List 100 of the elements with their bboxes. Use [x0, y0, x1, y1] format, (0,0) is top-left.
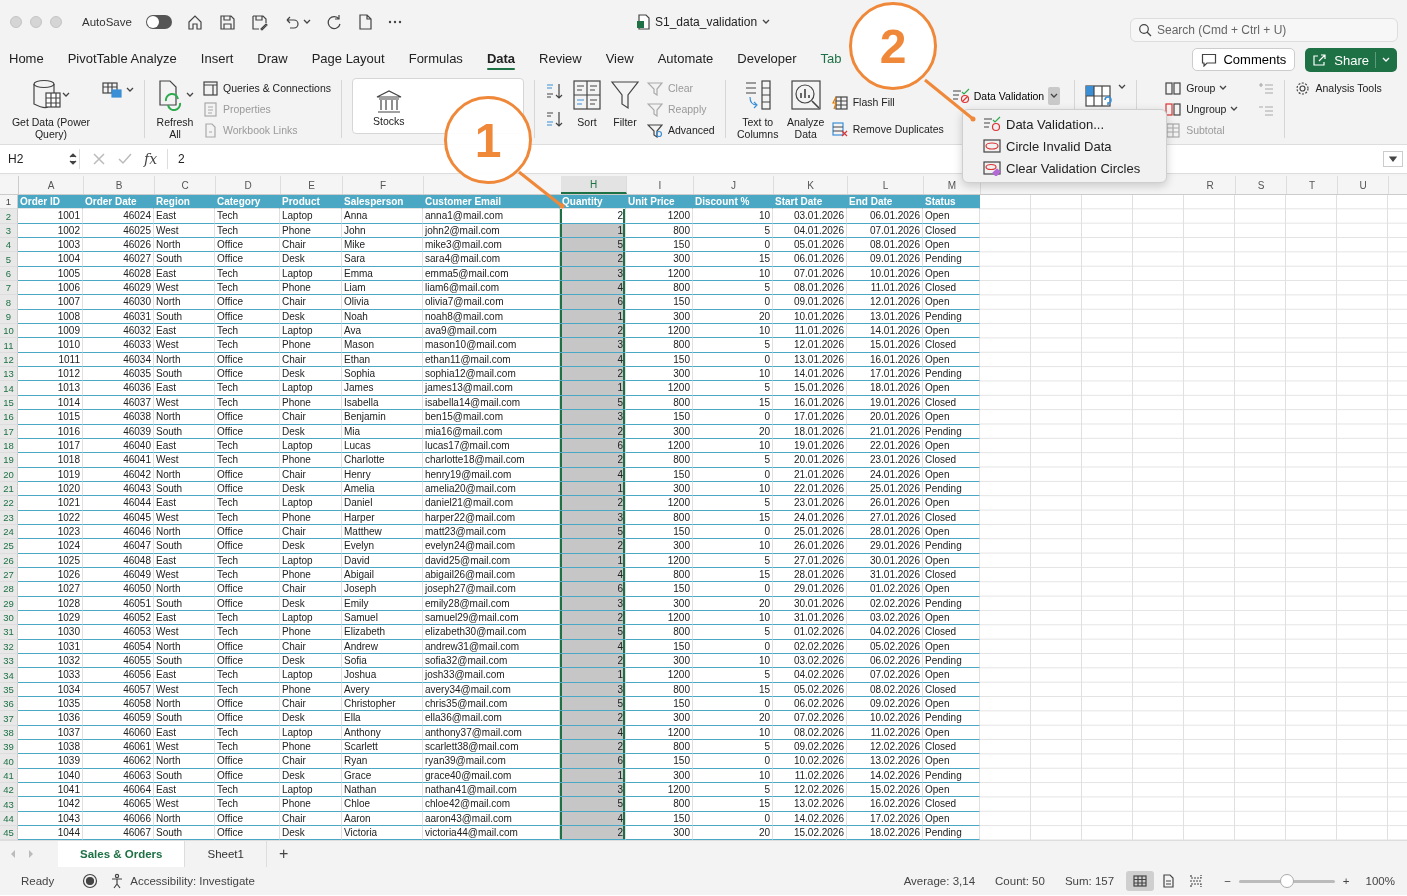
row-number[interactable]: 39 [0, 740, 18, 755]
row-number[interactable]: 34 [0, 668, 18, 683]
formula-input[interactable]: 2 [178, 152, 185, 166]
name-box[interactable]: H2 [0, 149, 80, 169]
column-header[interactable]: E [281, 176, 343, 194]
column-header[interactable]: A [19, 176, 84, 194]
table-cell: 2 [560, 826, 626, 841]
table-cell: 0 [693, 697, 773, 712]
column-header[interactable]: D [216, 176, 281, 194]
row-number[interactable]: 8 [0, 295, 18, 310]
ribbon-tab[interactable]: Developer [737, 44, 797, 72]
table-cell: West [154, 453, 215, 468]
zoom-in-button[interactable]: + [1342, 875, 1350, 888]
search-field[interactable]: Search (Cmd + Ctrl + U) [1130, 18, 1398, 42]
sheet-tab[interactable]: Sales & Orders [58, 841, 186, 868]
count-readout: Count: 50 [995, 875, 1045, 888]
row-number[interactable]: 19 [0, 453, 18, 468]
ribbon-tab[interactable]: Formulas [408, 44, 463, 72]
stocks-button[interactable]: Stocks [373, 89, 405, 127]
column-header[interactable]: L [848, 176, 924, 194]
menu-item[interactable]: Clear Validation Circles [963, 157, 1166, 179]
ribbon-button[interactable]: Ungroup [1165, 99, 1227, 119]
table-cell: emily28@mail.com [423, 596, 560, 611]
table-cell: 23.01.2026 [847, 453, 923, 468]
ribbon-button[interactable]: Flash Fill [831, 92, 944, 112]
table-cell: Phone [280, 338, 342, 353]
row-number[interactable]: 28 [0, 582, 18, 597]
ribbon-tab[interactable]: Page Layout [311, 44, 385, 72]
ribbon-button[interactable]: Sort [571, 78, 603, 128]
table-cell: East [154, 438, 215, 454]
ribbon-button[interactable]: Filter [609, 78, 641, 128]
row-number[interactable]: 13 [0, 367, 18, 382]
row-number[interactable]: 40 [0, 754, 18, 769]
zoom-out-button[interactable]: − [1224, 875, 1231, 888]
row-number[interactable]: 45 [0, 826, 18, 841]
row-number[interactable]: 42 [0, 783, 18, 798]
accessibility-button[interactable]: Accessibility: Investigate [110, 873, 255, 890]
table-cell: 1002 [18, 223, 83, 239]
ribbon-tab[interactable]: Home [9, 44, 44, 72]
ribbon-tab[interactable]: PivotTable Analyze [67, 44, 177, 72]
ribbon-button[interactable]: Queries & Connections [203, 78, 331, 98]
ribbon-button[interactable]: Analysis Tools [1295, 78, 1382, 98]
menu-item[interactable]: Circle Invalid Data [963, 135, 1166, 157]
row-number[interactable]: 7 [0, 281, 18, 296]
row-number[interactable]: 16 [0, 410, 18, 425]
column-heading: Start Date [773, 195, 847, 210]
add-sheet-button[interactable]: + [266, 845, 301, 864]
table-cell: Open [923, 697, 980, 712]
ribbon-tab[interactable]: Insert [200, 44, 234, 72]
table-cell: Open [923, 496, 980, 511]
table-cell: harper22@mail.com [423, 510, 560, 525]
ribbon-button[interactable]: Group [1165, 78, 1216, 98]
column-header[interactable]: J [694, 176, 774, 194]
ribbon-tab[interactable]: Automate [657, 44, 714, 72]
row-number[interactable]: 1 [0, 195, 18, 210]
column-header[interactable]: F [343, 176, 424, 194]
ribbon-button[interactable]: Advanced [647, 120, 715, 140]
ribbon-button[interactable]: Text to Columns [735, 78, 780, 140]
table-cell: 46045 [83, 510, 154, 525]
table-cell: 46050 [83, 582, 154, 597]
row-number[interactable]: 43 [0, 797, 18, 812]
column-header[interactable]: T [1287, 176, 1338, 194]
row-number[interactable]: 11 [0, 338, 18, 353]
ribbon-tab[interactable]: Draw [257, 44, 288, 72]
column-header[interactable]: H [561, 176, 627, 194]
column-header[interactable]: S [1236, 176, 1287, 194]
ribbon-tab[interactable]: Data [486, 44, 516, 72]
row-number[interactable]: 10 [0, 324, 18, 339]
column-header[interactable]: C [155, 176, 216, 194]
data-validation-button[interactable]: Data Validation [949, 86, 1061, 106]
insert-function-button[interactable]: fx [144, 151, 158, 167]
ribbon-tab[interactable]: Review [539, 44, 582, 72]
row-number[interactable]: 4 [0, 238, 18, 253]
menu-item[interactable]: Data Validation... [963, 113, 1166, 135]
row-number[interactable]: 37 [0, 711, 18, 726]
row-number[interactable]: 36 [0, 697, 18, 712]
row-number[interactable]: 25 [0, 539, 18, 554]
column-header[interactable]: I [627, 176, 694, 194]
table-cell: 21.01.2026 [773, 467, 847, 482]
ribbon-button[interactable]: Remove Duplicates [831, 119, 944, 139]
column-header[interactable]: R [1185, 176, 1236, 194]
row-number[interactable]: 33 [0, 654, 18, 669]
row-number[interactable]: 14 [0, 381, 18, 396]
table-cell: 300 [626, 424, 693, 439]
ribbon-button[interactable]: Get Data (Power Query) [8, 78, 94, 140]
column-header[interactable]: U [1338, 176, 1389, 194]
column-header[interactable]: K [774, 176, 848, 194]
ribbon-button[interactable]: Refresh All [155, 78, 195, 140]
row-number[interactable]: 22 [0, 496, 18, 511]
row-number[interactable]: 31 [0, 625, 18, 640]
ribbon-button[interactable]: Analyze Data [785, 78, 826, 140]
share-button[interactable]: Share [1305, 48, 1397, 72]
ribbon-tab[interactable]: View [605, 44, 634, 72]
ribbon-tab[interactable]: Tab [820, 44, 842, 72]
table-cell: North [154, 754, 215, 769]
comments-button[interactable]: Comments [1192, 48, 1296, 71]
row-number[interactable]: 2 [0, 209, 18, 224]
column-heading: End Date [847, 195, 923, 210]
row-number[interactable]: 5 [0, 252, 18, 267]
column-header[interactable]: B [84, 176, 155, 194]
